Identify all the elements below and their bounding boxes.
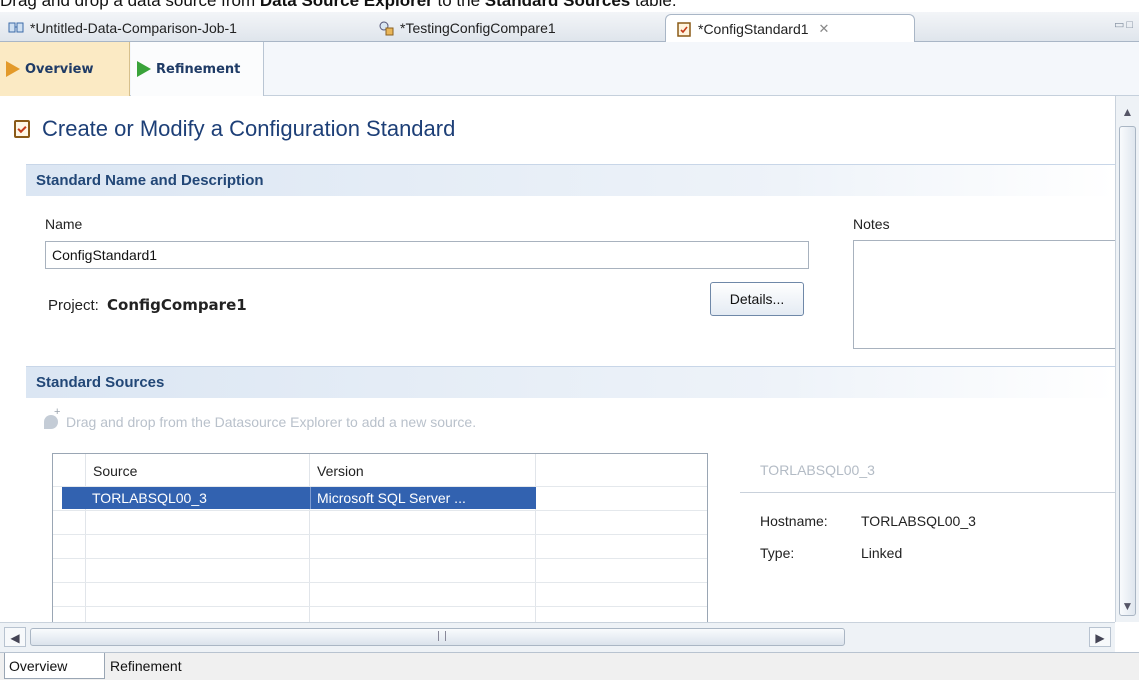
caption-bold-sources: Standard Sources (484, 0, 631, 10)
hint-text: Drag and drop from the Datasource Explor… (66, 414, 477, 430)
arrow-right-icon (6, 61, 20, 77)
grid-line (535, 454, 536, 622)
horizontal-scrollbar[interactable]: ◀ ▶ (0, 622, 1115, 652)
scroll-down-icon[interactable]: ▼ (1118, 596, 1137, 616)
details-button[interactable]: Details... (710, 282, 804, 316)
name-field[interactable]: ConfigStandard1 (45, 241, 809, 269)
editor-tab-bar: *Untitled-Data-Comparison-Job-1 *Testing… (0, 12, 1139, 42)
table-row[interactable]: TORLABSQL00_3 Microsoft SQL Server ... (62, 487, 536, 509)
source-detail-title: TORLABSQL00_3 (760, 462, 875, 478)
config-standard-icon (14, 120, 30, 138)
cell-version: Microsoft SQL Server ... (310, 487, 536, 509)
drag-drop-hint: Drag and drop from the Datasource Explor… (44, 406, 477, 430)
notes-field[interactable] (853, 240, 1115, 349)
scroll-up-icon[interactable]: ▲ (1118, 102, 1137, 122)
data-compare-job-icon (8, 22, 24, 33)
grid-line (53, 582, 707, 583)
tab-label: *TestingConfigCompare1 (400, 20, 556, 36)
project-info: Project: ConfigCompare1 (48, 296, 247, 314)
step-overview-label: Overview (25, 61, 94, 77)
caption-text-mid: to the (432, 0, 485, 10)
maximize-icon[interactable]: □ (1126, 19, 1135, 31)
column-header-source[interactable]: Source (93, 460, 137, 482)
vertical-scrollbar[interactable]: ▲ ▼ (1115, 96, 1139, 622)
tab-testing-config-compare[interactable]: *TestingConfigCompare1 (378, 14, 556, 42)
grid-line (53, 510, 707, 511)
step-refinement-label: Refinement (156, 61, 241, 77)
grip-icon (438, 631, 446, 641)
bottom-page-tabs: Overview Refinement (0, 652, 1139, 680)
form-content: Create or Modify a Configuration Standar… (0, 96, 1115, 622)
tab-refinement[interactable]: Refinement (106, 653, 216, 679)
config-standard-icon (677, 21, 691, 37)
project-label: Project: (48, 297, 99, 314)
grid-line (53, 534, 707, 535)
step-refinement[interactable]: Refinement (131, 42, 264, 96)
grid-line (53, 558, 707, 559)
tab-config-standard[interactable]: *ConfigStandard1 ✕ (665, 14, 915, 42)
config-compare-icon (379, 21, 394, 36)
type-label: Type: (760, 545, 795, 561)
tab-untitled-data-comparison-job[interactable]: *Untitled-Data-Comparison-Job-1 (8, 14, 237, 42)
tab-label: *Untitled-Data-Comparison-Job-1 (30, 20, 237, 36)
caption-text-end: table. (630, 0, 677, 10)
tab-overview[interactable]: Overview (4, 653, 105, 679)
cell-source: TORLABSQL00_3 (92, 490, 207, 506)
scroll-right-icon[interactable]: ▶ (1089, 627, 1111, 647)
name-label: Name (45, 216, 83, 232)
project-value: ConfigCompare1 (107, 296, 247, 314)
page-step-bar: Overview Refinement (0, 42, 1139, 96)
grid-line (53, 606, 707, 607)
page-title: Create or Modify a Configuration Standar… (14, 114, 455, 144)
type-value: Linked (861, 545, 903, 561)
section-header-standard-sources[interactable]: Standard Sources (26, 366, 1115, 398)
divider (740, 492, 1115, 493)
minimize-icon[interactable]: ▭ (1114, 19, 1126, 31)
hostname-value: TORLABSQL00_3 (861, 513, 976, 529)
scroll-thumb[interactable] (1119, 126, 1136, 616)
section-header-name-description[interactable]: Standard Name and Description (26, 164, 1115, 196)
grid-line (85, 454, 86, 622)
grid-line (309, 454, 310, 622)
caption-text: Drag and drop a data source from (0, 0, 260, 10)
caption-bold-explorer: Data Source Explorer (259, 0, 433, 10)
arrow-right-icon (137, 61, 151, 77)
close-icon[interactable]: ✕ (819, 21, 830, 37)
tab-label: *ConfigStandard1 (698, 20, 809, 37)
step-overview[interactable]: Overview (0, 42, 130, 96)
sources-table[interactable]: Source Version TORLABSQL00_3 Microsoft S… (52, 453, 708, 622)
add-source-icon (44, 406, 60, 429)
notes-label: Notes (853, 216, 890, 232)
window-buttons: ▭□ (1114, 18, 1135, 31)
scroll-left-icon[interactable]: ◀ (4, 627, 26, 647)
instruction-caption: Drag and drop a data source from Data So… (0, 0, 677, 11)
page-title-text: Create or Modify a Configuration Standar… (42, 116, 456, 141)
hostname-label: Hostname: (760, 513, 828, 529)
column-header-version[interactable]: Version (317, 460, 364, 482)
